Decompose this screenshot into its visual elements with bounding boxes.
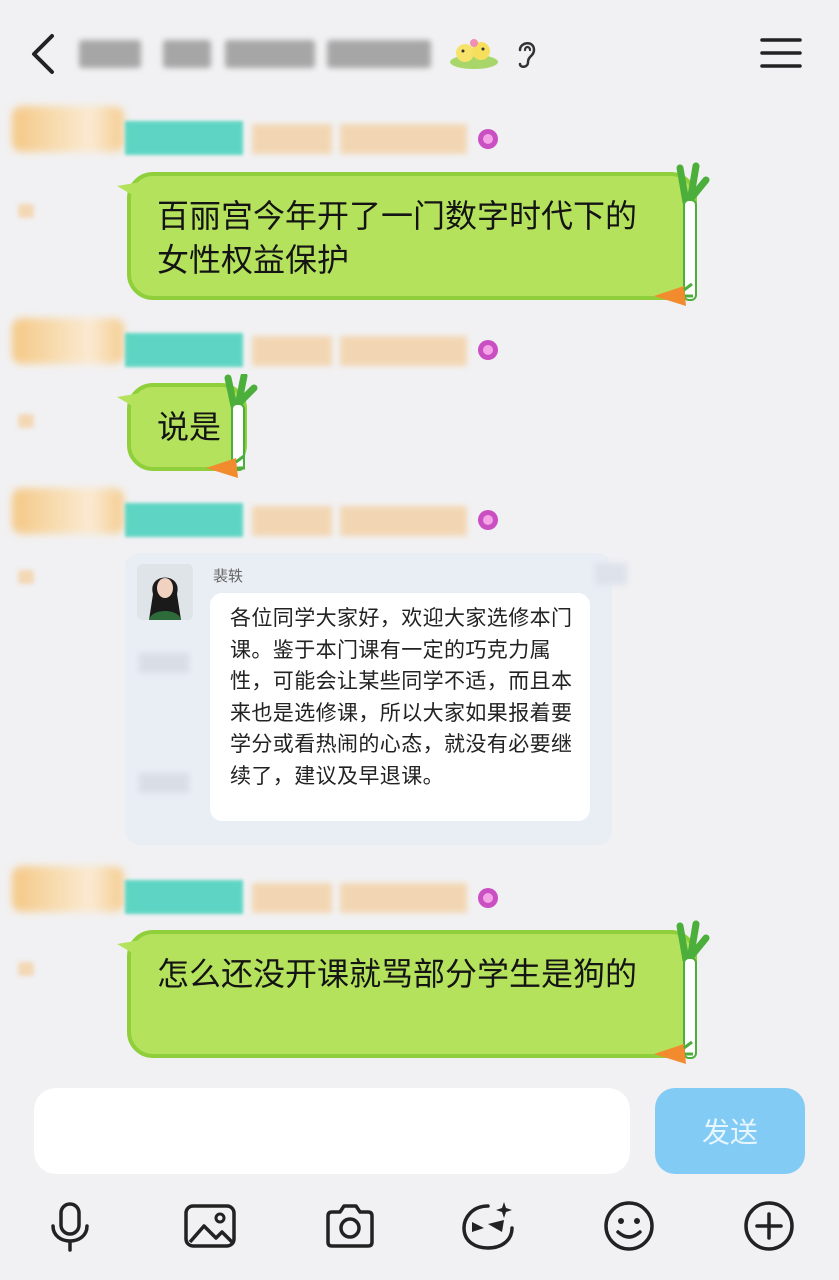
sender-name-blurred — [252, 336, 467, 366]
message-bubble[interactable]: 百丽宫今年开了一门数字时代下的女性权益保护 — [117, 172, 697, 300]
sender-name-blurred — [252, 883, 467, 913]
camera-icon[interactable] — [322, 1198, 378, 1254]
blurred-dot — [18, 962, 34, 976]
sender-name-blurred — [252, 124, 467, 154]
bubble-tail — [117, 393, 141, 411]
message-text: 百丽宫今年开了一门数字时代下的女性权益保护 — [157, 197, 638, 279]
sender-avatar-blurred[interactable] — [12, 866, 124, 912]
quoted-message-text: 各位同学大家好，欢迎大家选修本门课。鉴于本门课有一定的巧克力属性，可能会让某些同… — [230, 606, 573, 788]
bubble-tail — [117, 940, 141, 958]
microphone-icon[interactable] — [42, 1198, 98, 1254]
flower-badge-icon — [478, 340, 498, 360]
sender-name-blurred — [252, 506, 467, 536]
ear-icon[interactable] — [512, 36, 540, 72]
send-button[interactable]: 发送 — [655, 1088, 805, 1174]
bubble-tail — [117, 182, 141, 200]
plus-icon[interactable] — [741, 1198, 797, 1254]
chicks-sticker-icon — [450, 39, 498, 69]
chat-header — [0, 0, 839, 100]
flower-badge-icon — [478, 888, 498, 908]
sender-avatar-blurred[interactable] — [12, 488, 124, 534]
quoted-message-bubble: 各位同学大家好，欢迎大家选修本门课。鉴于本门课有一定的巧克力属性，可能会让某些同… — [210, 593, 590, 821]
hamburger-menu-icon[interactable] — [760, 36, 802, 70]
forwarded-screenshot-card[interactable]: 裴轶 各位同学大家好，欢迎大家选修本门课。鉴于本门课有一定的巧克力属性，可能会让… — [125, 553, 627, 845]
flower-badge-icon — [478, 129, 498, 149]
sender-avatar-blurred[interactable] — [12, 106, 124, 152]
blurred-dot — [18, 204, 34, 218]
flower-badge-icon — [478, 510, 498, 530]
sender-name: 裴轶 — [213, 567, 244, 585]
sender-title-tag-blurred — [125, 880, 243, 914]
sender-title-tag-blurred — [125, 121, 243, 155]
card-blurred-background — [595, 563, 627, 585]
blurred-dot — [18, 414, 34, 428]
carrot-decoration-icon — [206, 454, 245, 478]
message-input[interactable] — [34, 1088, 630, 1174]
avatar[interactable] — [137, 564, 193, 620]
message-text: 说是 — [157, 408, 222, 446]
image-icon[interactable] — [182, 1198, 238, 1254]
sender-title-tag-blurred — [125, 503, 243, 537]
blurred-dot — [18, 570, 34, 584]
chevron-left-icon[interactable] — [26, 30, 62, 78]
teacher-avatar-image — [137, 564, 193, 620]
emoji-icon[interactable] — [601, 1198, 657, 1254]
sticker-icon[interactable] — [460, 1198, 516, 1254]
sender-title-tag-blurred — [125, 333, 243, 367]
message-text: 怎么还没开课就骂部分学生是狗的 — [157, 955, 638, 993]
input-bar: 发送 — [0, 1075, 839, 1280]
carrot-decoration-icon — [654, 1040, 693, 1064]
carrot-decoration-icon — [654, 282, 693, 306]
message-bubble[interactable]: 怎么还没开课就骂部分学生是狗的 — [117, 930, 697, 1058]
sender-avatar-blurred[interactable] — [12, 318, 124, 364]
chat-title-blurred — [75, 34, 435, 74]
